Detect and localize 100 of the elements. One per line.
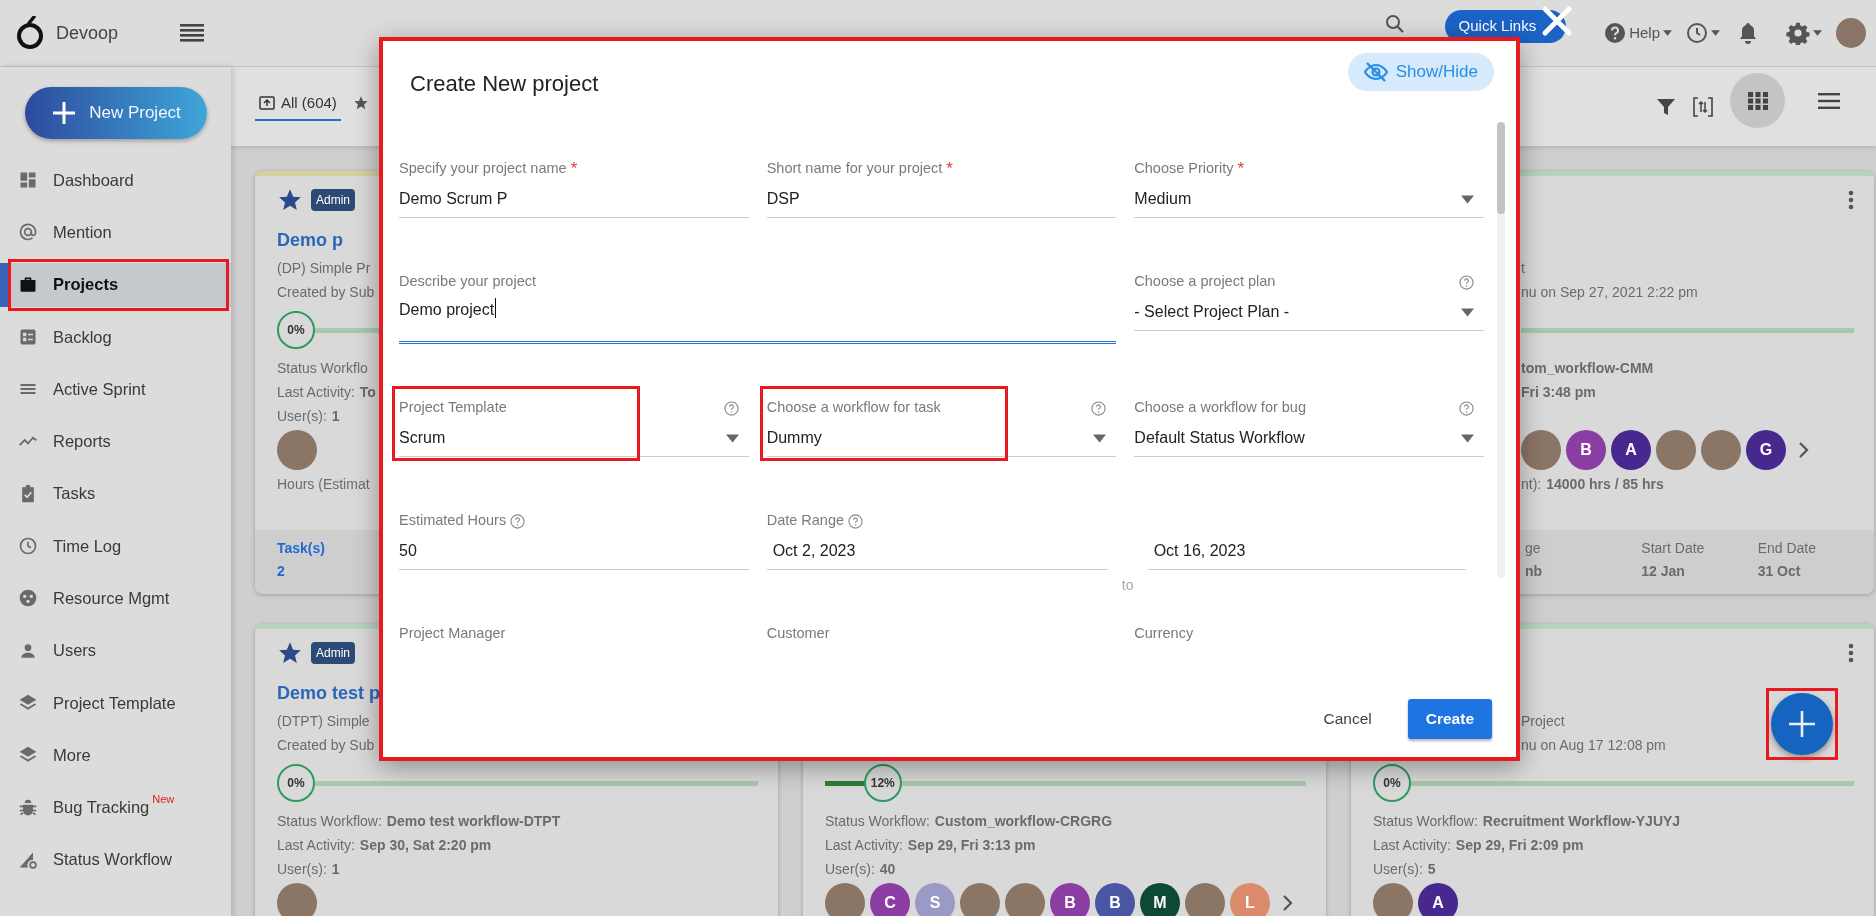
project-subtitle: Project bbox=[1521, 713, 1565, 729]
meta-value: Fri 3:48 pm bbox=[1521, 383, 1596, 402]
sidebar-item[interactable]: Resource Mgmt bbox=[0, 576, 231, 621]
modal-title: Create New project bbox=[410, 70, 599, 98]
help-icon[interactable] bbox=[1459, 274, 1474, 290]
footer-label: Start Date bbox=[1641, 539, 1706, 558]
sidebar-item[interactable]: Tasks bbox=[0, 471, 231, 516]
help-icon[interactable] bbox=[848, 513, 864, 529]
text-area[interactable]: Demo project bbox=[399, 294, 1117, 344]
input-field[interactable]: Demo Scrum P bbox=[399, 181, 749, 218]
new-project-button[interactable]: New Project bbox=[25, 87, 207, 139]
star-icon[interactable] bbox=[277, 640, 303, 666]
star-icon[interactable] bbox=[277, 187, 303, 213]
sidebar-item[interactable]: Time Log bbox=[0, 524, 231, 569]
kebab-menu-icon[interactable] bbox=[1848, 643, 1854, 663]
help-icon[interactable] bbox=[510, 513, 526, 529]
select-field[interactable]: Medium bbox=[1134, 181, 1484, 218]
circle-dots-icon bbox=[18, 588, 38, 609]
avatar-photo bbox=[1185, 883, 1225, 916]
avatar: M bbox=[1140, 883, 1180, 916]
new-label: New bbox=[152, 791, 175, 807]
caret-icon bbox=[1813, 30, 1822, 36]
caret-icon bbox=[1093, 433, 1107, 443]
sidebar-item[interactable]: Users bbox=[0, 628, 231, 673]
sidebar-item[interactable]: More bbox=[0, 733, 231, 778]
avatar: L bbox=[1230, 883, 1270, 916]
create-button[interactable]: Create bbox=[1407, 698, 1492, 739]
meta-label: User(s): bbox=[1373, 860, 1423, 879]
progress-circle: 0% bbox=[277, 311, 315, 349]
avatar: S bbox=[915, 883, 955, 916]
meta-value: Recruitment Workflow-YJUYJ bbox=[1482, 812, 1681, 831]
sidebar-item[interactable]: Status Workflow bbox=[0, 837, 231, 882]
scrollbar[interactable] bbox=[1497, 122, 1505, 578]
help-menu[interactable]: Help bbox=[1604, 21, 1672, 45]
grid-icon bbox=[1747, 91, 1768, 110]
help-icon[interactable] bbox=[723, 400, 739, 416]
help-icon[interactable] bbox=[1459, 400, 1474, 416]
bell-icon[interactable] bbox=[1738, 22, 1758, 44]
cancel-button[interactable]: Cancel bbox=[1317, 705, 1378, 732]
avatar-photo bbox=[277, 430, 317, 470]
input-field[interactable]: 50 bbox=[399, 533, 749, 570]
menu-icon[interactable] bbox=[180, 24, 205, 42]
date-field[interactable]: Oct 2, 2023 bbox=[766, 533, 1108, 570]
avatar: B bbox=[1095, 883, 1135, 916]
chevron-right-icon[interactable] bbox=[1281, 894, 1293, 912]
meta-value: 14000 hrs / 85 hrs bbox=[1546, 475, 1664, 494]
meta-label: User(s): bbox=[277, 860, 327, 879]
tab[interactable]: All (604) bbox=[255, 87, 341, 121]
avatar: B bbox=[1050, 883, 1090, 916]
meta-label: Last Activity: bbox=[825, 836, 903, 855]
select-field[interactable]: Dummy bbox=[766, 420, 1117, 457]
select-field[interactable]: Default Status Workflow bbox=[1134, 420, 1484, 457]
sort-icon[interactable] bbox=[1692, 95, 1714, 118]
input-field[interactable]: DSP bbox=[766, 181, 1117, 218]
meta-label: Status Workflow: bbox=[825, 812, 930, 831]
footer-value: nb bbox=[1525, 562, 1544, 581]
help-icon[interactable] bbox=[1091, 400, 1107, 416]
required-mark: * bbox=[946, 158, 953, 181]
select-field[interactable]: - Select Project Plan - bbox=[1134, 294, 1484, 331]
project-title[interactable]: Demo test p bbox=[277, 683, 381, 703]
meta-value: Sep 29, Fri 3:13 pm bbox=[907, 836, 1036, 855]
date-field[interactable]: Oct 16, 2023 bbox=[1147, 533, 1466, 570]
field-label: Short name for your project bbox=[766, 159, 943, 179]
meta-label: Status Workflow: bbox=[1373, 812, 1478, 831]
sidebar-item[interactable]: Active Sprint bbox=[0, 367, 231, 412]
meta-label: Last Activity: bbox=[277, 383, 355, 402]
user-avatar[interactable] bbox=[1836, 18, 1866, 48]
avatar-photo bbox=[1656, 430, 1696, 470]
select-field[interactable]: Scrum bbox=[399, 420, 749, 457]
project-title[interactable]: Demo p bbox=[277, 230, 343, 250]
history-menu[interactable] bbox=[1686, 22, 1720, 44]
range-separator: to bbox=[1120, 576, 1135, 595]
created-info: nu on Aug 17 12:08 pm bbox=[1521, 737, 1666, 753]
sidebar-item[interactable]: Reports bbox=[0, 419, 231, 464]
footer-value: 31 Oct bbox=[1757, 562, 1802, 581]
sidebar-item[interactable]: Backlog bbox=[0, 314, 231, 359]
settings-menu[interactable] bbox=[1786, 21, 1822, 45]
kebab-menu-icon[interactable] bbox=[1848, 190, 1854, 210]
filter-icon[interactable] bbox=[1656, 96, 1676, 117]
avatar: A bbox=[1418, 883, 1458, 916]
plus-icon bbox=[51, 100, 78, 126]
at-sign-icon bbox=[18, 222, 38, 243]
required-mark: * bbox=[1237, 158, 1245, 181]
help-icon bbox=[1604, 22, 1627, 44]
progress-circle: 12% bbox=[863, 764, 902, 802]
meta-label: Hours (Estimat bbox=[277, 475, 370, 494]
sidebar-item[interactable]: Project Template bbox=[0, 680, 231, 725]
chevron-right-icon[interactable] bbox=[1797, 441, 1809, 459]
footer-value: 12 Jan bbox=[1641, 562, 1686, 581]
field-label: Customer bbox=[766, 624, 830, 644]
meta-value: 40 bbox=[879, 860, 896, 879]
sidebar-item[interactable]: Mention bbox=[0, 210, 231, 255]
sidebar-item[interactable]: Dashboard bbox=[0, 158, 231, 202]
role-badge: Admin bbox=[311, 642, 355, 664]
search-icon[interactable] bbox=[1384, 14, 1405, 34]
meta-value: Demo test workflow-DTPT bbox=[386, 812, 561, 831]
field-label: Choose a workflow for task bbox=[766, 398, 941, 418]
meta-label: Status Workflow: bbox=[277, 812, 382, 831]
avatar: A bbox=[1611, 430, 1651, 470]
created-info: Created by Sub bbox=[277, 737, 375, 753]
